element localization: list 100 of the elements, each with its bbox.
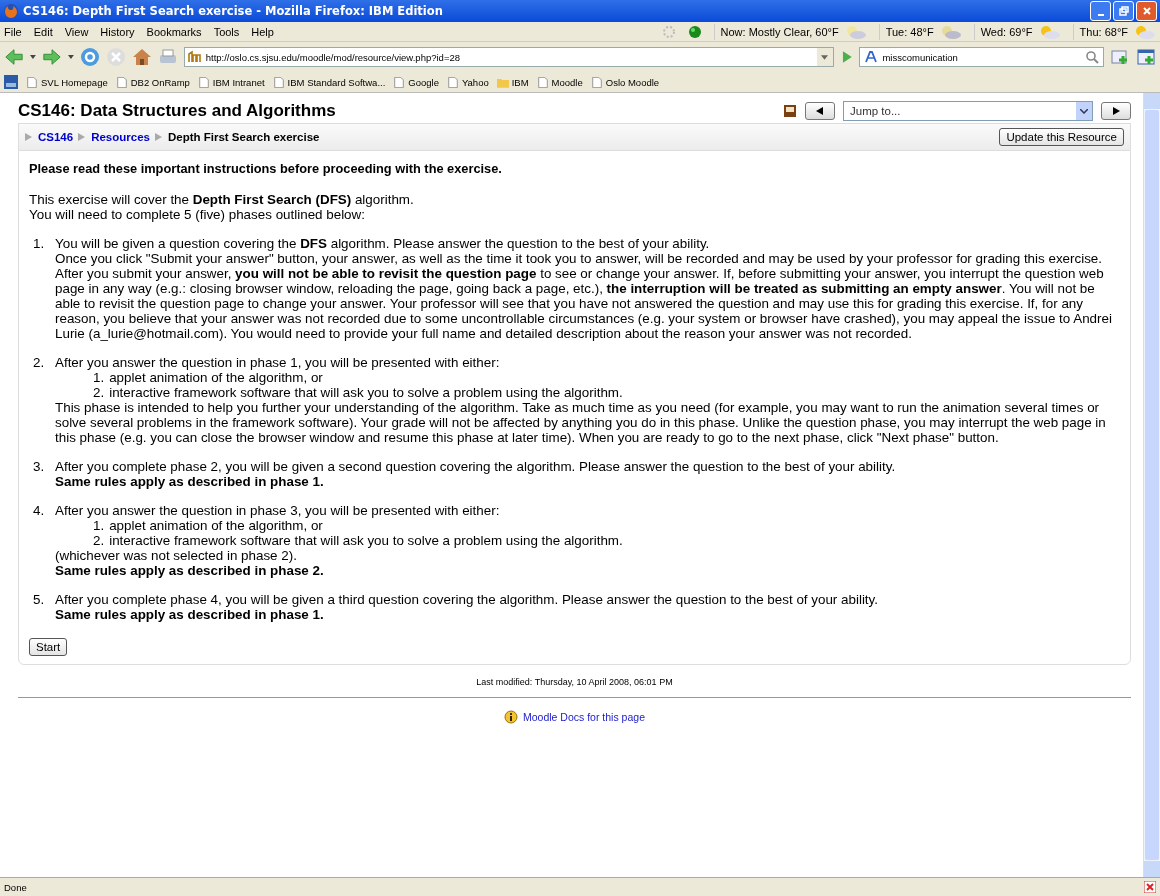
list-number: 2.: [33, 355, 46, 372]
list-number: 5.: [33, 592, 46, 609]
next-button[interactable]: [1101, 102, 1131, 120]
forward-arrow-icon[interactable]: [41, 47, 62, 67]
bookmark-item[interactable]: IBM Standard Softwa...: [272, 76, 386, 88]
window-title: CS146: Depth First Search exercise - Mozilla Firefox: IBM Edition: [23, 4, 443, 18]
list-number: 2.: [93, 385, 105, 400]
course-title: CS146: Data Structures and Algorithms: [18, 101, 336, 121]
docs-link[interactable]: Moodle Docs for this page: [523, 711, 645, 723]
breadcrumb-current: Depth First Search exercise: [168, 131, 320, 143]
weather-text: Wed: 69°F: [980, 25, 1033, 38]
bookmark-item[interactable]: Moodle: [536, 76, 583, 88]
option-item: applet animation of the algorithm, or: [109, 370, 323, 385]
site-icon: [187, 50, 202, 64]
folder-icon: [496, 76, 509, 88]
page-icon: [393, 76, 406, 88]
new-tab-icon[interactable]: [1110, 47, 1130, 67]
restore-button[interactable]: [1113, 1, 1134, 21]
option-item: applet animation of the algorithm, or: [109, 518, 323, 533]
bookmark-item[interactable]: SVL Homepage: [26, 76, 108, 88]
intro-text: This exercise will cover the Depth First Search (DFS) algorithm.: [29, 192, 415, 207]
instructions-heading: Please read these important instructions before proceeding with the exercise.: [29, 161, 503, 176]
menu-item[interactable]: Tools: [213, 25, 240, 38]
bookmark-item[interactable]: IBM: [496, 76, 529, 88]
menu-item[interactable]: History: [100, 25, 135, 38]
status-text: Done: [4, 881, 27, 893]
list-number: 4.: [33, 503, 46, 520]
separator-arrow-icon: [155, 133, 163, 141]
phase-text: You will be given a question covering the DFS algorithm. Please answer the question to the best of your ability.: [55, 236, 711, 251]
page-icon: [536, 76, 549, 88]
bookmark-item[interactable]: Yahoo: [446, 76, 489, 88]
intro-text: You will need to complete 5 (five) phases outlined below:: [29, 207, 366, 222]
phase-text: This phase is intended to help you further your understanding of the algorithm. Take as much time as you need (for example, you may want to run the animation several times or solve several problems in the framework software). Your grade will not be affected by anything you do in this phase. Unlike the question phase, you may interrupt the web page in this phase (e.g. you can close the browser window and resume this phase at later time). When you are ready to go to the next phase, click "Next phase" button.: [55, 400, 1107, 445]
menu-item[interactable]: Help: [251, 25, 274, 38]
phase-text: After you answer the question in phase 3, you will be presented with either:: [55, 503, 501, 518]
last-modified-text: Last modified: Thursday, 10 April 2008, 06:01 PM: [475, 676, 674, 689]
error-icon: [1144, 881, 1156, 893]
list-number: 2.: [93, 533, 105, 548]
close-button[interactable]: [1136, 1, 1157, 21]
site-icon: [4, 75, 18, 89]
phase-text: After you complete phase 4, you will be given a third question covering the algorithm. Please answer the question to the best of your ability.: [55, 592, 879, 607]
scrollbar[interactable]: [1143, 93, 1160, 877]
left-triangle-icon: [816, 107, 824, 115]
list-number: 1.: [33, 236, 46, 253]
bookmark-item[interactable]: Google: [393, 76, 439, 88]
list-number: 1.: [93, 518, 105, 533]
jump-to-select[interactable]: Jump to...: [843, 101, 1093, 121]
list-number: 1.: [93, 370, 105, 385]
dropdown-caret-icon[interactable]: [67, 55, 74, 59]
breadcrumb-link[interactable]: Resources: [91, 131, 150, 143]
bookmark-item[interactable]: IBM Intranet: [197, 76, 265, 88]
rule-text: Same rules apply as described in phase 1.: [55, 607, 325, 622]
start-button[interactable]: Start: [29, 638, 68, 656]
firefox-icon: [3, 3, 19, 19]
list-number: 3.: [33, 459, 46, 476]
new-window-icon[interactable]: [1136, 47, 1156, 67]
back-arrow-icon[interactable]: [4, 47, 24, 67]
bookmark-item[interactable]: DB2 OnRamp: [115, 76, 190, 88]
weather-text: Now: Mostly Clear, 60°F: [720, 25, 839, 38]
phase-text: Once you click "Submit your answer" button, your answer, as well as the time it took you to answer, will be recorded and may be used by your professor for grading this exercise. After you submit your answer, you will not be able to revisit the question page to see or change your answer. If, before submitting your answer, you interrupt the question web page in any way (e.g.: closing browser window, reloading the page, going back a page, etc.), the interruption will be treated as submitting an empty answer. You will not be able to revisit the question page to change your answer. Your professor will see that you have not answered the question and may use this for grading this exercise. If, for any reason, you believe that your answer was not recorded due to some uncontrollable circumstances (e.g. your system or browser have crashed), you may appeal the issue to Andrei Lurie (a_lurie@hotmail.com). You would need to provide your full name and detailed description about the reason your answer was not recorded.: [55, 251, 1113, 341]
search-engine-icon[interactable]: [864, 50, 879, 64]
update-resource-button[interactable]: Update this Resource: [999, 128, 1124, 146]
search-field[interactable]: misscomunication: [859, 47, 1104, 67]
breadcrumb-link[interactable]: CS146: [38, 131, 74, 143]
close-icon: [1141, 6, 1152, 16]
previous-button[interactable]: [805, 102, 835, 120]
info-icon: [504, 710, 518, 724]
dropdown-caret-icon[interactable]: [821, 54, 829, 60]
rule-text: Same rules apply as described in phase 2.: [55, 563, 325, 578]
page-icon: [446, 76, 459, 88]
menu-item[interactable]: Edit: [33, 25, 53, 38]
page-icon: [26, 76, 38, 88]
separator-arrow-icon: [78, 133, 87, 141]
reload-icon[interactable]: [79, 47, 100, 67]
menu-item[interactable]: Bookmarks: [146, 25, 202, 38]
menu-item[interactable]: View: [64, 25, 89, 38]
search-icon[interactable]: [1085, 50, 1099, 64]
minimize-icon: [1097, 14, 1104, 16]
dropdown-caret-icon[interactable]: [1080, 108, 1088, 114]
option-item: interactive framework software that will ask you to solve a problem using the algorithm.: [109, 385, 623, 400]
page-icon: [272, 76, 285, 88]
menu-item[interactable]: File: [4, 25, 22, 38]
option-item: interactive framework software that will ask you to solve a problem using the algorithm.: [109, 533, 623, 548]
page-icon: [590, 76, 603, 88]
save-icon[interactable]: [783, 104, 797, 118]
weather-text: Tue: 48°F: [885, 25, 934, 38]
phase-text: (whichever was not selected in phase 2).: [55, 548, 298, 563]
rule-text: Same rules apply as described in phase 1.: [55, 474, 325, 489]
right-triangle-icon: [1112, 107, 1120, 115]
bookmark-item[interactable]: Oslo Moodle: [590, 76, 660, 88]
restore-icon: [1118, 6, 1129, 16]
page-icon: [197, 76, 210, 88]
minimize-button[interactable]: [1090, 1, 1111, 21]
separator-arrow-icon: [25, 133, 33, 141]
address-field[interactable]: http://oslo.cs.sjsu.edu/moodle/mod/resource/view.php?id=28: [183, 47, 834, 67]
page-icon: [115, 76, 128, 88]
dropdown-caret-icon[interactable]: [30, 55, 36, 59]
phase-text: After you complete phase 2, you will be given a second question covering the algorithm. Please answer the question to the best of your ability.: [55, 459, 897, 474]
spinner-icon: [661, 24, 676, 39]
home-icon[interactable]: [131, 47, 152, 67]
